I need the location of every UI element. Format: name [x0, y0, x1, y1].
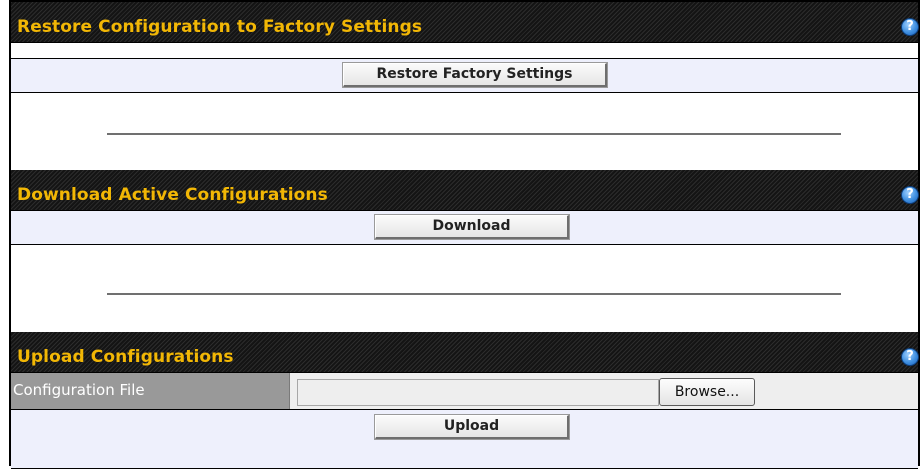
configuration-file-label: Configuration File [11, 373, 290, 409]
upload-button[interactable]: Upload [374, 414, 570, 440]
upload-section-title: Upload Configurations [17, 347, 234, 367]
restore-button-row: Restore Factory Settings [11, 58, 918, 93]
help-icon[interactable]: ? [901, 348, 919, 366]
restore-section-header: Restore Configuration to Factory Setting… [11, 2, 919, 43]
download-button-row: Download [11, 210, 918, 245]
restore-factory-settings-button[interactable]: Restore Factory Settings [342, 62, 608, 88]
configuration-file-row: Configuration File Browse... [11, 372, 918, 410]
download-section-title: Download Active Configurations [17, 185, 328, 205]
section-divider [107, 133, 841, 135]
config-panel: Restore Configuration to Factory Setting… [9, 0, 920, 469]
download-section-header: Download Active Configurations ? [11, 170, 919, 211]
upload-section-header: Upload Configurations ? [11, 332, 919, 373]
restore-section-title: Restore Configuration to Factory Setting… [17, 17, 423, 37]
section-divider [107, 293, 841, 295]
help-icon[interactable]: ? [901, 18, 919, 36]
upload-button-row: Upload [11, 409, 918, 469]
download-button[interactable]: Download [374, 214, 570, 240]
configuration-file-input[interactable] [297, 379, 659, 406]
help-icon[interactable]: ? [901, 186, 919, 204]
browse-button[interactable]: Browse... [659, 378, 755, 406]
